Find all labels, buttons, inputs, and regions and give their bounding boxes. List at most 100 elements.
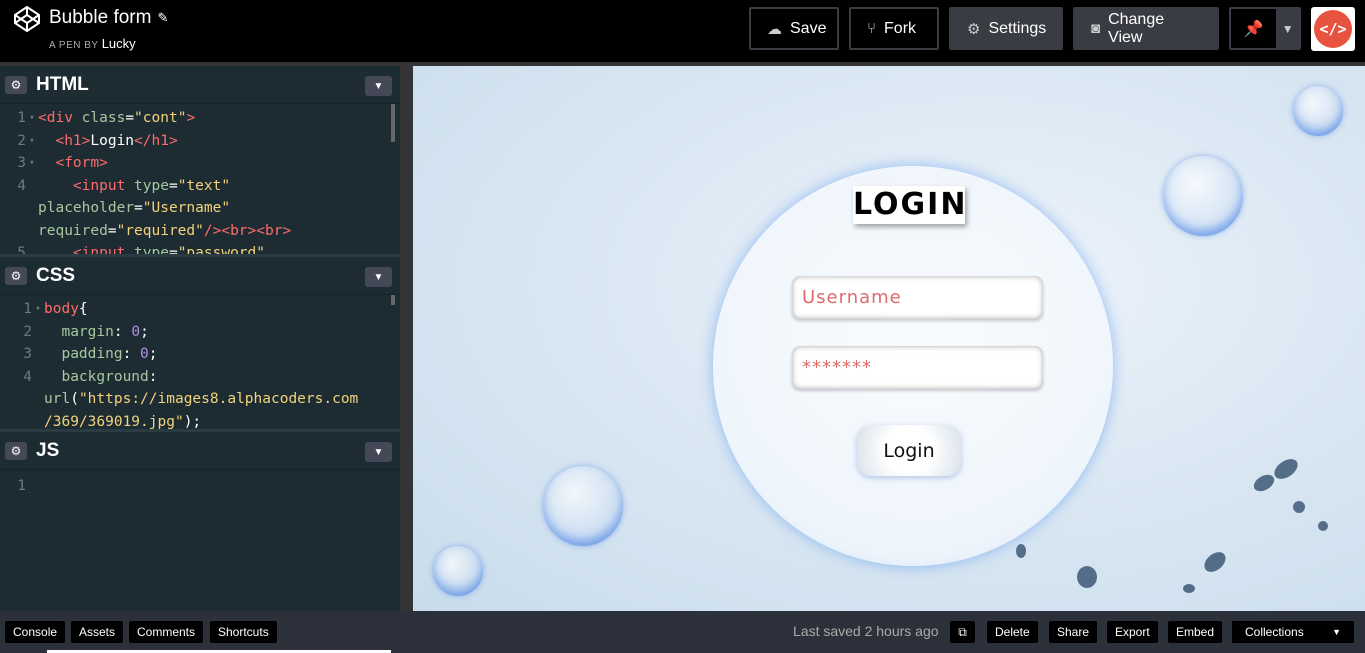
chevron-down-icon[interactable]: ▼ [1276,9,1299,48]
css-scrollbar[interactable] [391,295,395,305]
fold-arrow-icon [26,220,38,243]
pen-title[interactable]: Bubble form ✎ [49,7,168,29]
chevron-down-icon[interactable]: ▼ [365,267,392,287]
line-number: 3 [23,346,32,362]
codepen-logo-icon[interactable] [13,5,41,33]
html-scrollbar[interactable] [391,104,395,142]
fold-arrow-icon [26,475,38,498]
code-line: 1 ▾ <div class="cont"> [0,107,400,130]
pen-title-text: Bubble form [49,7,152,28]
code-line: 5 <input type="password" [0,242,400,254]
line-number [6,411,32,430]
delete-button[interactable]: Delete [987,621,1038,643]
water-drop [1250,471,1278,495]
line-number: 2 [17,132,26,149]
gear-icon[interactable]: ⚙ [5,266,27,285]
line-number: 3 [17,155,26,171]
bubble-decoration [543,466,623,546]
code-line: url("https://images8.alphacoders.com [6,388,400,411]
code-line: 2 margin: 0; [6,321,400,344]
save-button[interactable]: ☁ Save [749,7,839,50]
login-button[interactable]: Login [857,425,961,476]
water-drop [1270,454,1302,484]
code-line: 4 <input type="text" [0,175,400,198]
chevron-down-icon: ▼ [1332,627,1341,637]
js-code-area[interactable]: 1 [0,470,400,498]
chevron-down-icon[interactable]: ▼ [365,442,392,462]
js-panel-header: ⚙ JS ▼ [0,432,400,470]
line-number: 1 [17,478,26,494]
embed-button[interactable]: Embed [1168,621,1223,643]
change-view-button[interactable]: ◙ Change View [1073,7,1219,50]
collections-dropdown[interactable]: Collections ▼ [1232,621,1354,643]
css-code-area[interactable]: 1 ▾ body{2 margin: 0; 3 padding: 0; 4 backgr… [0,295,400,429]
line-number [6,388,32,411]
js-editor-panel: ⚙ JS ▼ 1 [0,432,400,611]
chevron-down-icon[interactable]: ▼ [365,76,392,96]
code-line: 1 ▾ body{ [6,298,400,321]
fold-arrow-icon [32,343,44,366]
pin-icon[interactable]: 📌 [1231,9,1276,48]
external-link-icon[interactable]: ⧉ [950,621,975,643]
html-panel-label: HTML [36,73,89,95]
line-number: 4 [17,177,26,194]
fold-arrow-icon: ▾ [29,158,35,168]
username-field[interactable]: Username [792,276,1043,319]
byline: A PEN BY Lucky [49,36,136,51]
css-editor-panel: ⚙ CSS ▼ 1 ▾ body{2 margin: 0; 3 padding: 0;… [0,257,400,429]
fork-button[interactable]: ⑂ Fork [849,7,939,50]
html-panel-header: ⚙ HTML ▼ [0,66,400,104]
export-button[interactable]: Export [1107,621,1158,643]
line-number: 1 [23,301,32,317]
resize-handle-vertical[interactable] [400,62,413,611]
water-drop [1183,584,1195,593]
fork-icon: ⑂ [867,20,877,37]
user-avatar[interactable]: </> [1311,7,1355,51]
code-text: <h1>Login</h1> [55,132,178,149]
code-line: /369/369019.jpg"); [6,411,400,430]
comments-button[interactable]: Comments [129,621,204,643]
bubble-decoration [1163,156,1243,236]
code-text: <div class="cont"> [38,110,196,126]
password-field[interactable]: ******* [792,346,1043,389]
water-drop [1077,566,1097,588]
share-button[interactable]: Share [1049,621,1098,643]
code-text: /369/369019.jpg"); [44,413,202,430]
fold-arrow-icon [26,175,38,198]
fold-arrow-icon [32,411,44,430]
line-number: 5 [17,245,26,254]
line-number [0,220,26,243]
line-number: 1 [17,110,26,126]
line-number: 4 [23,368,32,385]
js-panel-label: JS [36,439,60,461]
bubble-decoration [433,546,483,596]
login-heading: LOGIN [853,186,968,224]
code-text: margin: 0; [61,323,149,340]
shortcuts-button[interactable]: Shortcuts [210,621,277,643]
html-code-area[interactable]: 1 ▾ <div class="cont"> 2 ▾ <h1>Login</h1> 3 ▾ … [0,104,400,254]
settings-label: Settings [988,19,1047,37]
gear-icon[interactable]: ⚙ [5,441,27,460]
gear-icon[interactable]: ⚙ [5,75,27,94]
water-drop [1293,501,1305,513]
code-text: <input type="password" [72,245,265,254]
settings-button[interactable]: ⚙ Settings [949,7,1063,50]
code-line: 1 [0,475,400,498]
fork-label: Fork [884,19,917,37]
water-drop [1200,548,1230,576]
css-panel-label: CSS [36,264,76,286]
assets-button[interactable]: Assets [71,621,124,643]
fold-arrow-icon: ▾ [35,304,41,314]
pin-button-group: 📌 ▼ [1229,7,1301,50]
fold-arrow-icon [32,388,44,411]
console-button[interactable]: Console [5,621,66,643]
pencil-icon[interactable]: ✎ [157,10,168,26]
footer-bar: Console Assets Comments Shortcuts Last s… [0,611,1365,653]
code-line: 3 ▾ <form> [0,152,400,175]
preview-frame: LOGIN Username ******* Login [413,66,1365,611]
author-link[interactable]: Lucky [102,36,136,51]
line-number: 2 [23,323,32,340]
code-text: url("https://images8.alphacoders.com [44,391,359,407]
fold-arrow-icon [26,197,38,220]
fold-arrow-icon: ▾ [29,113,35,123]
